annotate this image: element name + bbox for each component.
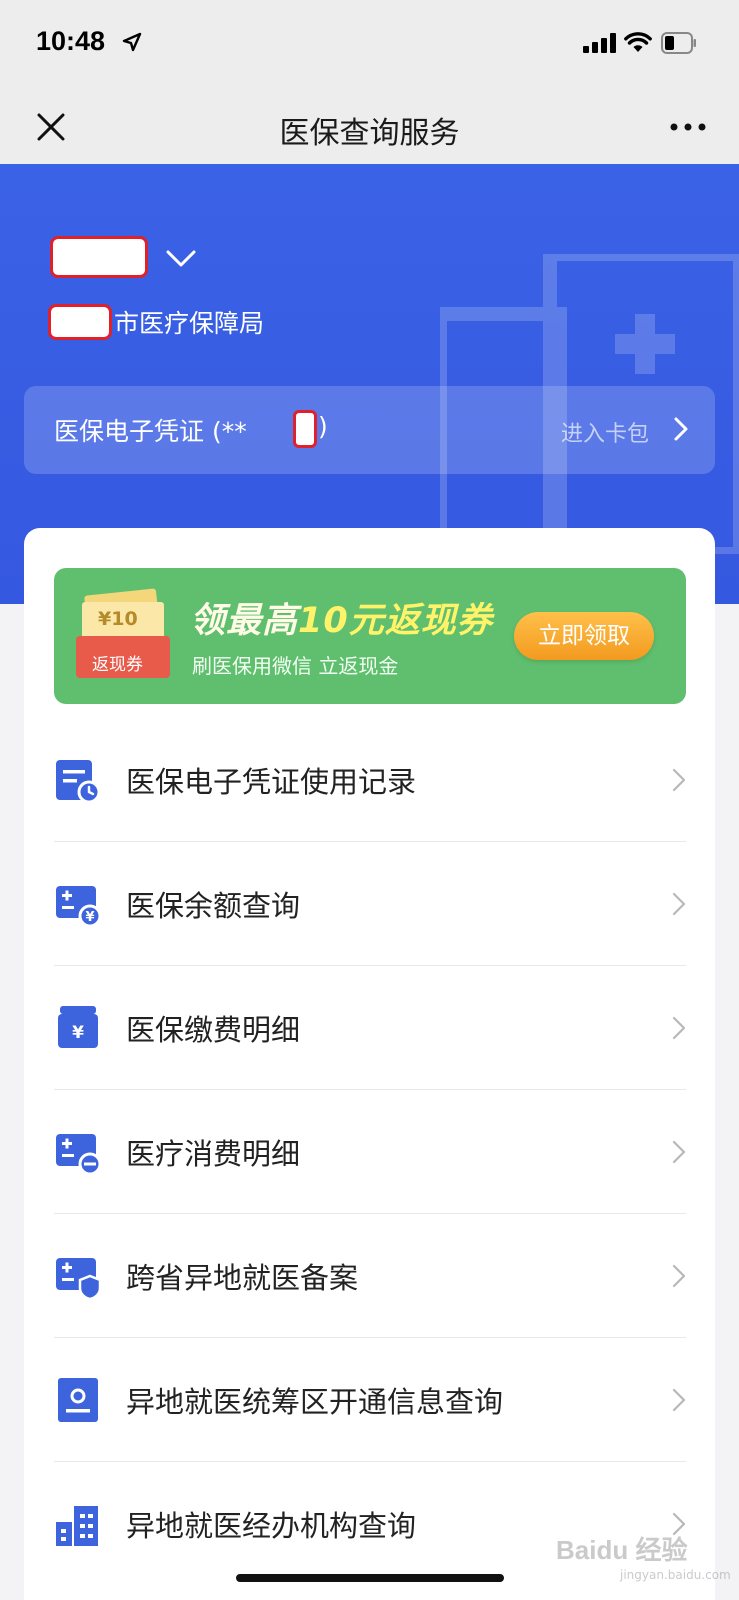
chevron-right-icon bbox=[672, 892, 686, 915]
promo-subtitle: 刷医保用微信 立返现金 bbox=[192, 654, 399, 678]
menu-item-balance-query[interactable]: ¥ 医保余额查询 bbox=[54, 842, 686, 966]
svg-text:¥: ¥ bbox=[72, 1023, 84, 1043]
promo-title-prefix: 领最高 bbox=[190, 601, 299, 641]
chevron-right-icon bbox=[672, 1388, 686, 1411]
more-options-icon[interactable] bbox=[670, 122, 706, 132]
menu-item-payment-details[interactable]: ¥ 医保缴费明细 bbox=[54, 966, 686, 1090]
battery-icon bbox=[661, 32, 696, 54]
payment-yen-icon: ¥ bbox=[58, 1005, 98, 1048]
coupon-amount: ¥10 bbox=[98, 608, 138, 630]
menu-item-label: 医保电子凭证使用记录 bbox=[126, 764, 417, 799]
promo-title-highlight: 10元返现券 bbox=[298, 601, 493, 641]
credential-label: 医保电子凭证 (** bbox=[54, 417, 247, 446]
enter-wallet-link[interactable]: 进入卡包 bbox=[561, 416, 649, 448]
page-title: 医保查询服务 bbox=[279, 116, 460, 151]
chevron-right-icon bbox=[672, 1016, 686, 1039]
signal-icon bbox=[583, 33, 616, 53]
shield-card-icon bbox=[56, 1257, 102, 1300]
bureau-name: 市医疗保障局 bbox=[114, 309, 265, 338]
claim-coupon-button[interactable]: 立即领取 bbox=[514, 612, 654, 660]
watermark-url: jingyan.baidu.com bbox=[620, 1568, 731, 1582]
chevron-right-icon bbox=[674, 417, 688, 441]
menu-item-label: 异地就医统筹区开通信息查询 bbox=[126, 1384, 504, 1419]
user-name-redacted bbox=[50, 236, 148, 278]
insurance-bureau: 市医疗保障局 bbox=[48, 304, 264, 340]
menu-item-cross-province-filing[interactable]: 跨省异地就医备案 bbox=[54, 1214, 686, 1338]
nav-bar: 医保查询服务 bbox=[0, 88, 739, 164]
svg-text:¥: ¥ bbox=[85, 910, 94, 925]
credential-close-paren: ) bbox=[318, 412, 328, 441]
balance-yen-icon: ¥ bbox=[56, 885, 102, 927]
status-bar: 10:48 bbox=[0, 0, 739, 88]
city-name-redacted bbox=[48, 304, 112, 340]
chevron-down-icon[interactable] bbox=[166, 250, 196, 268]
service-menu: 医保电子凭证使用记录 ¥ 医保余额查询 ¥ 医保缴费明细 医疗消费明细 跨省异地… bbox=[54, 718, 686, 1586]
menu-item-label: 医疗消费明细 bbox=[126, 1136, 301, 1171]
credential-bar[interactable]: 医保电子凭证 (** ) 进入卡包 bbox=[24, 386, 715, 474]
status-time: 10:48 bbox=[36, 26, 106, 56]
building-icon bbox=[56, 1506, 98, 1546]
home-indicator[interactable] bbox=[236, 1574, 504, 1582]
location-arrow-icon bbox=[122, 32, 142, 52]
promo-banner[interactable]: ¥10 返现券 领最高10元返现券 刷医保用微信 立返现金 立即领取 bbox=[54, 568, 686, 704]
menu-item-medical-consumption[interactable]: 医疗消费明细 bbox=[54, 1090, 686, 1214]
menu-item-coordination-area-query[interactable]: 异地就医统筹区开通信息查询 bbox=[54, 1338, 686, 1462]
watermark: Baidu 经验 bbox=[556, 1535, 688, 1565]
menu-item-agency-query[interactable]: 异地就医经办机构查询 bbox=[54, 1462, 686, 1586]
menu-item-credential-records[interactable]: 医保电子凭证使用记录 bbox=[54, 718, 686, 842]
chevron-right-icon bbox=[672, 1264, 686, 1287]
consumption-minus-icon bbox=[56, 1133, 102, 1175]
menu-item-label: 医保缴费明细 bbox=[126, 1012, 301, 1047]
wifi-icon bbox=[624, 32, 652, 52]
coupon-tag: 返现券 bbox=[92, 655, 143, 675]
services-card: ¥10 返现券 领最高10元返现券 刷医保用微信 立返现金 立即领取 医保电子凭… bbox=[24, 528, 715, 1600]
chevron-right-icon bbox=[672, 1140, 686, 1163]
id-badge-icon bbox=[58, 1377, 98, 1422]
menu-item-label: 医保余额查询 bbox=[126, 888, 301, 923]
promo-title: 领最高10元返现券 bbox=[190, 592, 493, 643]
record-clock-icon bbox=[56, 759, 101, 803]
chevron-right-icon bbox=[672, 768, 686, 791]
credential-number-redacted bbox=[293, 410, 317, 448]
menu-item-label: 跨省异地就医备案 bbox=[126, 1260, 359, 1295]
